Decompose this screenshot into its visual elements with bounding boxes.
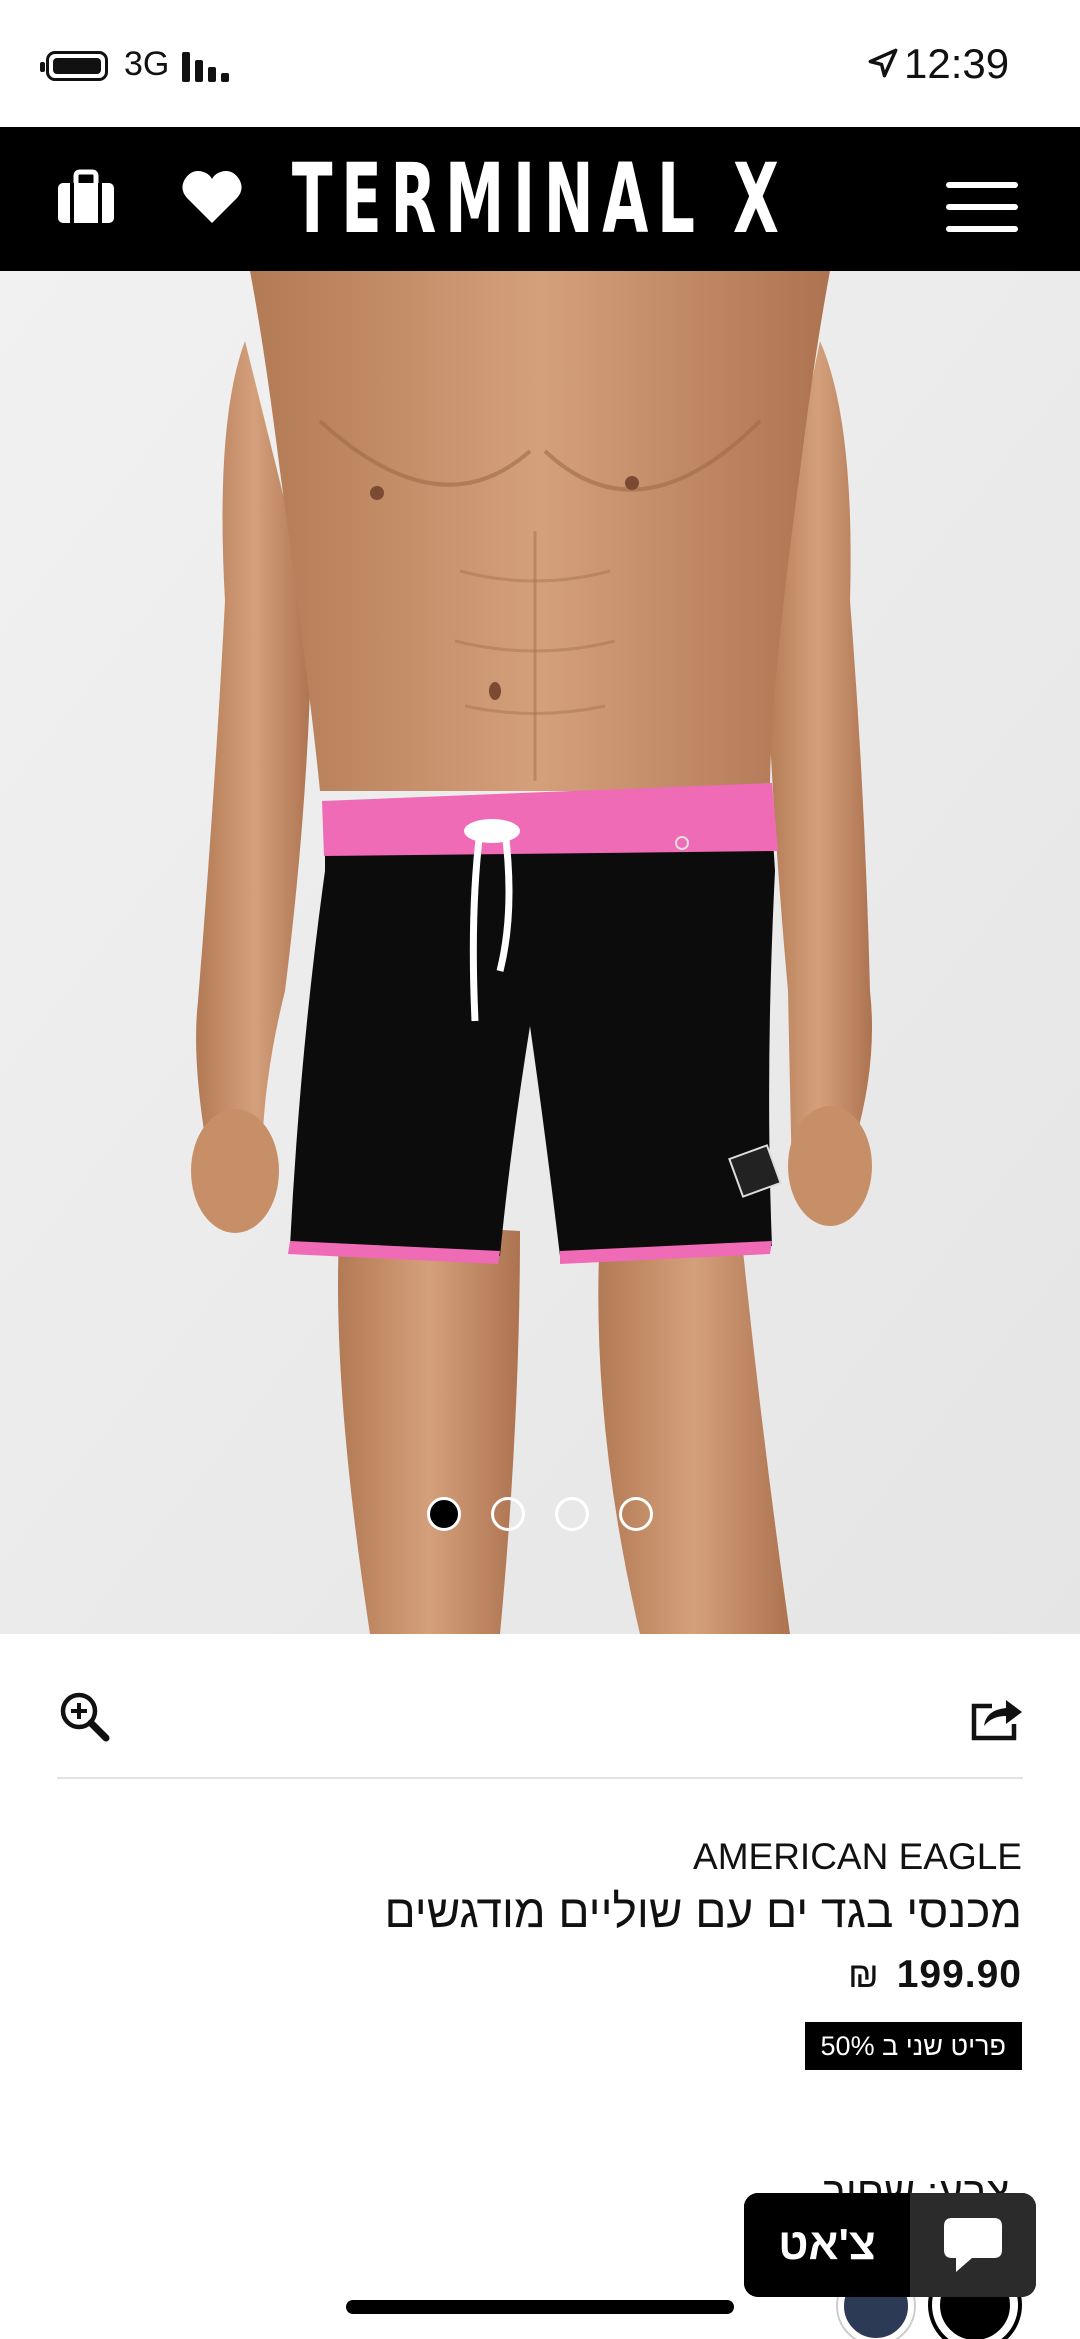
- signal-icon: [182, 52, 236, 82]
- site-logo[interactable]: TERMINAL X: [292, 135, 779, 263]
- logo-text: TERMINAL X: [292, 143, 788, 255]
- carousel-dots: [0, 1497, 1080, 1536]
- home-indicator: [346, 2300, 734, 2314]
- hamburger-menu-icon[interactable]: [946, 182, 1018, 232]
- product-price: 199.90: [896, 1953, 1022, 1996]
- product-image[interactable]: [0, 271, 1080, 1634]
- status-bar: 3G 12:39: [0, 0, 1080, 127]
- product-page: 3G 12:39 TERMINAL X AMERICAN EAGLE מכנסי…: [0, 0, 1080, 2339]
- carousel-dot-1[interactable]: [427, 1497, 461, 1531]
- carousel-dot-2[interactable]: [491, 1497, 525, 1531]
- location-arrow-icon: [868, 48, 898, 78]
- clock: 12:39: [904, 40, 1010, 87]
- chat-bubble-icon: [944, 2218, 1002, 2272]
- divider: [57, 1777, 1023, 1779]
- zoom-in-icon[interactable]: [58, 1690, 110, 1742]
- price-row: ₪ 199.90: [848, 1953, 1022, 1997]
- bag-icon[interactable]: [56, 167, 116, 227]
- battery-icon: [40, 51, 108, 81]
- heart-icon[interactable]: [181, 167, 243, 225]
- model-wearing-swim-shorts: [0, 271, 1080, 1634]
- carousel-dot-4[interactable]: [619, 1497, 653, 1531]
- chat-button[interactable]: צ'אט: [744, 2193, 1036, 2297]
- product-title: מכנסי בגד ים עם שוליים מודגשים: [384, 1885, 1023, 1937]
- currency-symbol: ₪: [848, 1954, 879, 1995]
- share-icon[interactable]: [970, 1692, 1024, 1742]
- site-header: TERMINAL X: [0, 127, 1080, 271]
- carousel-dot-3[interactable]: [555, 1497, 589, 1531]
- promo-badge: פריט שני ב 50%: [804, 2022, 1022, 2070]
- product-brand[interactable]: AMERICAN EAGLE: [693, 1836, 1022, 1878]
- network-type: 3G: [124, 45, 170, 83]
- chat-label: צ'אט: [744, 2193, 910, 2297]
- chat-icon-container: [910, 2193, 1036, 2297]
